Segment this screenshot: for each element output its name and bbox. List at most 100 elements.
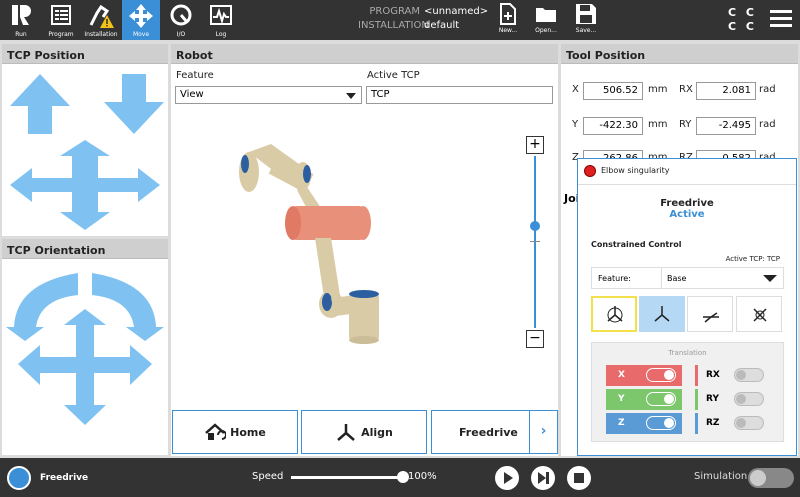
hamburger-menu-icon[interactable] [770, 10, 792, 31]
home-icon [205, 423, 227, 440]
zoom-slider-handle[interactable] [530, 221, 540, 231]
bottom-freedrive-label: Freedrive [40, 473, 89, 483]
freedrive-popup: Elbow singularity Freedrive Active Const… [577, 158, 797, 456]
tool-x-value[interactable]: 506.52 [583, 82, 643, 100]
robot-header: Robot [171, 44, 558, 64]
home-button[interactable]: Home [172, 410, 298, 454]
speed-slider-fill [291, 476, 403, 479]
tcp-position-header: TCP Position [2, 44, 168, 64]
x-axis-label: X [618, 370, 625, 380]
y-axis-row[interactable]: Y [606, 389, 682, 410]
popup-title: Freedrive [660, 198, 714, 209]
rz-axis-toggle[interactable] [734, 416, 764, 430]
speed-value: 100% [408, 471, 437, 482]
top-bar: Run Program Installation Move I/O Log PR… [0, 0, 800, 40]
new-button[interactable]: New... [494, 3, 522, 34]
z-axis-toggle[interactable] [646, 416, 676, 430]
nav-move-label: Move [132, 31, 150, 38]
mode-free-button[interactable] [591, 296, 637, 332]
axis-toggle-panel: Translation X Y Z RX RY RZ [591, 342, 784, 442]
freedrive-expand-chevron-icon[interactable]: › [529, 411, 557, 453]
tcp-position-panel [2, 64, 168, 236]
io-icon [170, 4, 192, 26]
save-button[interactable]: Save... [572, 3, 600, 34]
simulation-toggle[interactable] [748, 468, 794, 488]
y-axis-toggle[interactable] [646, 392, 676, 406]
tool-position-header: Tool Position [561, 44, 798, 64]
program-value: <unnamed> [424, 6, 489, 17]
installation-key: INSTALLATION [358, 20, 429, 31]
x-axis-toggle[interactable] [646, 368, 676, 382]
tool-rx-label: RX [679, 84, 693, 95]
tool-rx-value[interactable]: 2.081 [696, 82, 756, 100]
zoom-in-button[interactable]: + [526, 136, 544, 154]
z-axis-row[interactable]: Z [606, 413, 682, 434]
mode-rotate-button[interactable] [736, 296, 782, 332]
feature-select[interactable]: View [175, 86, 362, 104]
tcp-orientation-header: TCP Orientation [2, 239, 168, 259]
nav-log[interactable]: Log [204, 0, 238, 40]
stop-button[interactable] [567, 466, 591, 490]
robot-3d-view[interactable] [231, 134, 391, 354]
mode-translate-button[interactable] [639, 296, 685, 332]
nav-io[interactable]: I/O [164, 0, 198, 40]
zoom-slider-track[interactable] [534, 156, 536, 328]
popup-feature-select[interactable]: Feature: Base [591, 267, 784, 289]
simulation-toggle-knob [750, 470, 766, 486]
installation-value: default [424, 20, 460, 31]
status-text: Elbow singularity [601, 166, 670, 175]
mode-plane-button[interactable] [687, 296, 733, 332]
rotate-axes-icon [753, 308, 767, 322]
popup-subtitle: Active [669, 209, 705, 220]
save-icon [576, 4, 596, 24]
popup-feature-divider [661, 268, 662, 288]
rx-axis-toggle[interactable] [734, 368, 764, 382]
arrow-down-icon[interactable] [102, 72, 166, 136]
cc-row-2: C C [728, 20, 757, 33]
arrow-up-icon[interactable] [8, 72, 72, 136]
freedrive-label: Freedrive [459, 425, 518, 439]
play-button[interactable] [495, 466, 519, 490]
tool-x-label: X [572, 84, 579, 95]
rotation-arrows-icon[interactable] [6, 265, 164, 451]
connection-status: C C C C [728, 6, 757, 34]
save-label: Save... [575, 27, 597, 34]
tool-y-unit: mm [648, 119, 668, 130]
nav-io-label: I/O [176, 31, 186, 38]
folder-icon [536, 8, 556, 22]
tool-y-label: Y [572, 119, 579, 130]
planar-move-arrows-icon[interactable] [10, 140, 160, 230]
tool-x-unit: mm [648, 84, 668, 95]
ry-axis-label: RY [706, 394, 719, 404]
ry-axis-toggle[interactable] [734, 392, 764, 406]
freedrive-button[interactable]: Freedrive › [431, 410, 558, 454]
x-axis-row[interactable]: X [606, 365, 682, 386]
align-button[interactable]: Align [301, 410, 427, 454]
active-tcp-field[interactable]: TCP [366, 86, 553, 104]
open-button[interactable]: Open... [532, 3, 560, 34]
nav-log-label: Log [215, 31, 227, 38]
free-axes-icon [607, 306, 623, 323]
nav-move[interactable]: Move [122, 0, 160, 40]
speed-slider-track[interactable] [291, 476, 403, 479]
program-icon [51, 5, 71, 25]
home-label: Home [230, 425, 266, 439]
tool-ry-label: RY [679, 119, 692, 130]
log-icon [210, 5, 232, 25]
nav-installation[interactable]: Installation [82, 0, 120, 40]
freedrive-status-icon[interactable] [7, 466, 31, 490]
ry-color-bar [695, 389, 698, 410]
nav-program[interactable]: Program [44, 0, 78, 40]
align-icon [337, 424, 355, 441]
popup-feature-value: Base [667, 274, 687, 283]
step-button[interactable] [531, 466, 555, 490]
y-axis-label: Y [618, 394, 625, 404]
tool-y-value[interactable]: -422.30 [583, 117, 643, 135]
nav-run[interactable]: Run [4, 0, 38, 40]
move-icon [129, 4, 153, 28]
tool-ry-value[interactable]: -2.495 [696, 117, 756, 135]
speed-label: Speed [252, 471, 284, 482]
popup-active-tcp: Active TCP: TCP [725, 255, 780, 263]
installation-icon [89, 4, 114, 28]
zoom-out-button[interactable]: − [526, 330, 544, 348]
